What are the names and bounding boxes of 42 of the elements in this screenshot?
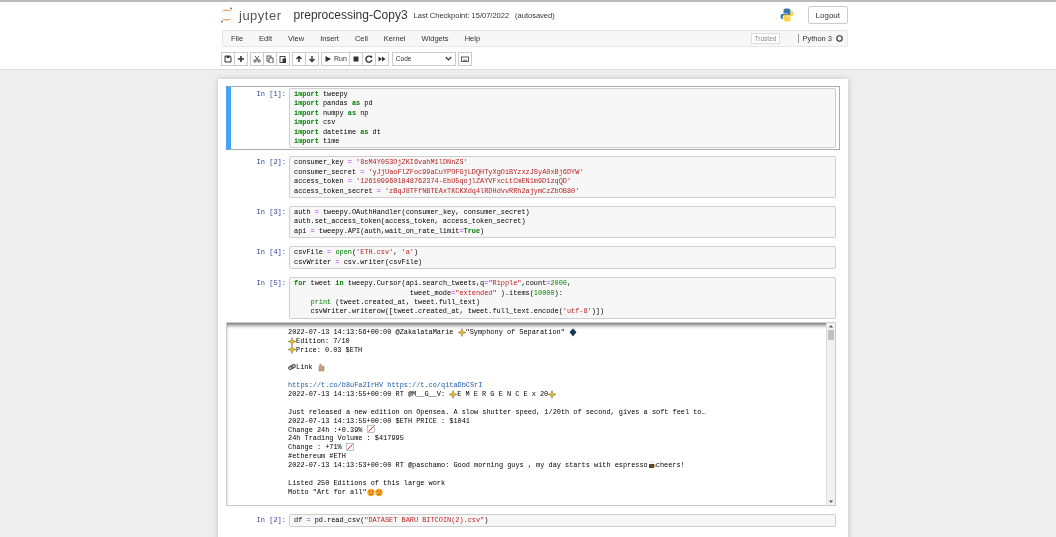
keyboard-icon xyxy=(460,54,469,63)
cup-icon xyxy=(647,461,656,471)
keyboard-shortcuts-button[interactable] xyxy=(457,51,472,66)
logout-button[interactable]: Logout xyxy=(807,6,848,24)
jupyter-logo-icon xyxy=(220,7,233,23)
sparkles-icon xyxy=(548,389,557,399)
logo-text: jupyter xyxy=(239,7,282,23)
save-button[interactable] xyxy=(221,51,235,66)
scrollbar-thumb[interactable] xyxy=(828,329,834,340)
hand-icon xyxy=(316,363,325,373)
clipboard-icon xyxy=(279,54,287,63)
copy-icon xyxy=(266,54,274,63)
link-icon xyxy=(288,363,296,373)
fast-forward-icon xyxy=(377,54,386,63)
move-down-button[interactable] xyxy=(305,51,319,66)
arrow-up-icon xyxy=(295,54,303,63)
copy-button[interactable] xyxy=(263,51,277,66)
scrollbar[interactable] xyxy=(826,322,835,505)
restart-icon xyxy=(364,54,373,63)
code-input[interactable] xyxy=(289,156,836,199)
face-icon xyxy=(366,487,375,497)
scissors-icon xyxy=(253,54,261,63)
cut-button[interactable] xyxy=(250,51,264,66)
scroll-down-icon xyxy=(828,498,834,505)
play-icon xyxy=(324,54,332,63)
face-icon xyxy=(374,487,383,497)
python-logo-icon xyxy=(779,8,794,22)
caret-icon xyxy=(444,56,452,61)
code-input[interactable] xyxy=(289,277,836,319)
add-cell-button[interactable] xyxy=(234,51,248,66)
stop-icon xyxy=(351,54,360,63)
plus-icon xyxy=(237,54,245,63)
sparkles-icon xyxy=(457,327,466,337)
notebook-title[interactable]: preprocessing-Copy3 xyxy=(293,8,408,22)
chart-icon xyxy=(345,443,354,453)
paste-button[interactable] xyxy=(276,51,290,66)
move-up-button[interactable] xyxy=(292,51,306,66)
diamond-icon xyxy=(568,327,577,337)
save-icon xyxy=(224,54,232,63)
sparkles-icon xyxy=(449,389,458,399)
arrow-down-icon xyxy=(308,54,316,63)
chart-icon xyxy=(366,425,375,435)
